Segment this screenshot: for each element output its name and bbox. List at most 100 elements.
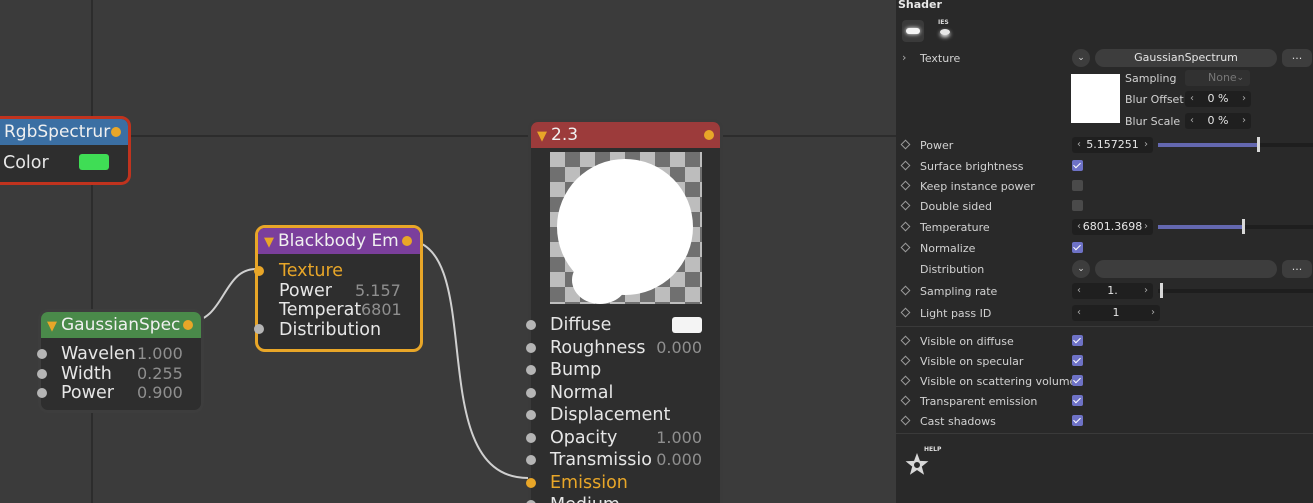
- material-input-port[interactable]: [526, 387, 536, 398]
- width-param[interactable]: Width 0.255: [61, 364, 201, 384]
- keyframe-diamond-icon[interactable]: [900, 335, 911, 346]
- distribution-dropdown-button[interactable]: ⌄: [1072, 260, 1090, 278]
- visibility-checkbox[interactable]: [1072, 335, 1083, 346]
- keyframe-diamond-icon[interactable]: [900, 375, 911, 386]
- distribution-input-port[interactable]: [254, 324, 264, 334]
- sampling-select[interactable]: None ⌄: [1185, 70, 1250, 86]
- texture-dropdown-button[interactable]: ⌄: [1072, 49, 1090, 67]
- help-button[interactable]: HELP: [902, 446, 942, 482]
- visibility-checkbox[interactable]: [1072, 375, 1083, 386]
- keyframe-diamond-icon[interactable]: [900, 395, 911, 406]
- rgb-spectrum-node-header[interactable]: RgbSpectrur: [0, 119, 128, 145]
- material-param-row[interactable]: Emission: [550, 473, 702, 493]
- output-port[interactable]: [402, 236, 412, 246]
- output-port[interactable]: [183, 320, 193, 330]
- expand-chevron-icon[interactable]: ›: [902, 51, 906, 64]
- blackbody-node-header[interactable]: ▼ Blackbody Em: [258, 228, 420, 254]
- material-input-port[interactable]: [526, 342, 536, 353]
- material-param-row[interactable]: Bump: [550, 360, 702, 380]
- output-port[interactable]: [111, 127, 121, 137]
- material-param-row[interactable]: Normal: [550, 383, 702, 403]
- node-editor-canvas[interactable]: RgbSpectrur Color ▼ Blackbody Em Texture …: [0, 0, 896, 503]
- keyframe-diamond-icon[interactable]: [900, 200, 911, 211]
- collapse-triangle-icon[interactable]: ▼: [47, 319, 57, 334]
- temperature-input[interactable]: ‹ 6801.3698 ›: [1072, 219, 1153, 235]
- visibility-checkbox[interactable]: [1072, 415, 1083, 426]
- distribution-name-button[interactable]: [1095, 260, 1277, 278]
- wavelength-input-port[interactable]: [37, 349, 47, 359]
- keyframe-diamond-icon[interactable]: [900, 242, 911, 253]
- collapse-triangle-icon[interactable]: ▼: [264, 235, 274, 250]
- material-param-row[interactable]: Transmissio 0.000: [550, 450, 702, 470]
- rgb-spectrum-node[interactable]: RgbSpectrur Color: [0, 116, 131, 185]
- power-input-port[interactable]: [37, 388, 47, 398]
- material-input-port[interactable]: [526, 477, 536, 488]
- material-param-row[interactable]: Medium: [550, 495, 702, 503]
- texture-input-port[interactable]: [254, 266, 264, 276]
- power-param[interactable]: Power 5.157: [279, 281, 409, 301]
- keyframe-diamond-icon[interactable]: [900, 355, 911, 366]
- material-node[interactable]: ▼ 2.3 Diffuse Roughness 0.000 Bump Norma…: [526, 119, 723, 503]
- visibility-checkbox[interactable]: [1072, 355, 1083, 366]
- keep-instance-power-checkbox[interactable]: [1072, 180, 1083, 191]
- diffuse-color-swatch[interactable]: [672, 317, 702, 333]
- gaussian-node-header[interactable]: ▼ GaussianSpec: [41, 312, 201, 338]
- distribution-more-button[interactable]: ...: [1282, 260, 1312, 278]
- output-port[interactable]: [704, 130, 714, 140]
- material-input-port[interactable]: [526, 320, 536, 330]
- power-slider-knob[interactable]: [1257, 137, 1260, 152]
- keyframe-diamond-icon[interactable]: [900, 285, 911, 296]
- blur-scale-input[interactable]: ‹ 0 % ›: [1185, 113, 1251, 129]
- material-input-port[interactable]: [526, 432, 536, 443]
- increment-arrow-icon[interactable]: ›: [1141, 283, 1151, 299]
- blur-offset-input[interactable]: ‹ 0 % ›: [1185, 91, 1251, 107]
- collapse-triangle-icon[interactable]: ▼: [537, 129, 547, 144]
- temperature-slider-knob[interactable]: [1242, 219, 1245, 234]
- material-node-header[interactable]: ▼ 2.3: [531, 122, 720, 148]
- temperature-slider[interactable]: [1158, 219, 1313, 234]
- keyframe-diamond-icon[interactable]: [900, 307, 911, 318]
- decrement-arrow-icon[interactable]: ‹: [1074, 283, 1084, 299]
- increment-arrow-icon[interactable]: ›: [1239, 91, 1249, 107]
- material-param-row[interactable]: Roughness 0.000: [550, 338, 702, 358]
- texture-name-button[interactable]: GaussianSpectrum: [1095, 49, 1277, 67]
- light-pass-id-input[interactable]: ‹ 1 ›: [1072, 305, 1160, 321]
- power-slider[interactable]: [1158, 137, 1313, 152]
- power-input[interactable]: ‹ 5.157251 ›: [1072, 137, 1153, 153]
- temperature-param[interactable]: Temperat 6801: [279, 300, 409, 320]
- visibility-checkbox[interactable]: [1072, 395, 1083, 406]
- keyframe-diamond-icon[interactable]: [900, 415, 911, 426]
- emitter-type-button[interactable]: [902, 20, 924, 42]
- increment-arrow-icon[interactable]: ›: [1141, 137, 1151, 153]
- material-input-port[interactable]: [526, 410, 536, 420]
- sampling-rate-input[interactable]: ‹ 1. ›: [1072, 283, 1153, 299]
- sampling-rate-slider-knob[interactable]: [1160, 283, 1163, 298]
- keyframe-diamond-icon[interactable]: [900, 139, 911, 150]
- keyframe-diamond-icon[interactable]: [900, 160, 911, 171]
- wavelength-param[interactable]: Wavelen 1.000: [61, 344, 201, 364]
- blackbody-emission-node[interactable]: ▼ Blackbody Em Texture Power 5.157 Tempera…: [254, 225, 423, 352]
- decrement-arrow-icon[interactable]: ‹: [1074, 305, 1084, 321]
- color-swatch[interactable]: [79, 154, 109, 170]
- normalize-checkbox[interactable]: [1072, 242, 1083, 253]
- power-param[interactable]: Power 0.900: [61, 383, 201, 403]
- surface-brightness-checkbox[interactable]: [1072, 160, 1083, 171]
- material-input-port[interactable]: [526, 365, 536, 375]
- keyframe-diamond-icon[interactable]: [900, 180, 911, 191]
- increment-arrow-icon[interactable]: ›: [1141, 219, 1151, 235]
- gaussian-spectrum-node[interactable]: ▼ GaussianSpec Wavelen 1.000 Width 0.255 Po…: [37, 309, 204, 413]
- keyframe-diamond-icon[interactable]: [900, 221, 911, 232]
- increment-arrow-icon[interactable]: ›: [1148, 305, 1158, 321]
- material-param-row[interactable]: Diffuse: [550, 315, 702, 335]
- decrement-arrow-icon[interactable]: ‹: [1074, 137, 1084, 153]
- double-sided-checkbox[interactable]: [1072, 200, 1083, 211]
- sampling-rate-slider[interactable]: [1158, 283, 1313, 298]
- material-param-row[interactable]: Opacity 1.000: [550, 428, 702, 448]
- increment-arrow-icon[interactable]: ›: [1239, 113, 1249, 129]
- material-param-row[interactable]: Displacement: [550, 405, 702, 425]
- texture-more-button[interactable]: ...: [1282, 49, 1312, 67]
- decrement-arrow-icon[interactable]: ‹: [1074, 219, 1084, 235]
- material-input-port[interactable]: [526, 455, 536, 465]
- decrement-arrow-icon[interactable]: ‹: [1187, 113, 1197, 129]
- ies-type-button[interactable]: IES: [934, 18, 956, 42]
